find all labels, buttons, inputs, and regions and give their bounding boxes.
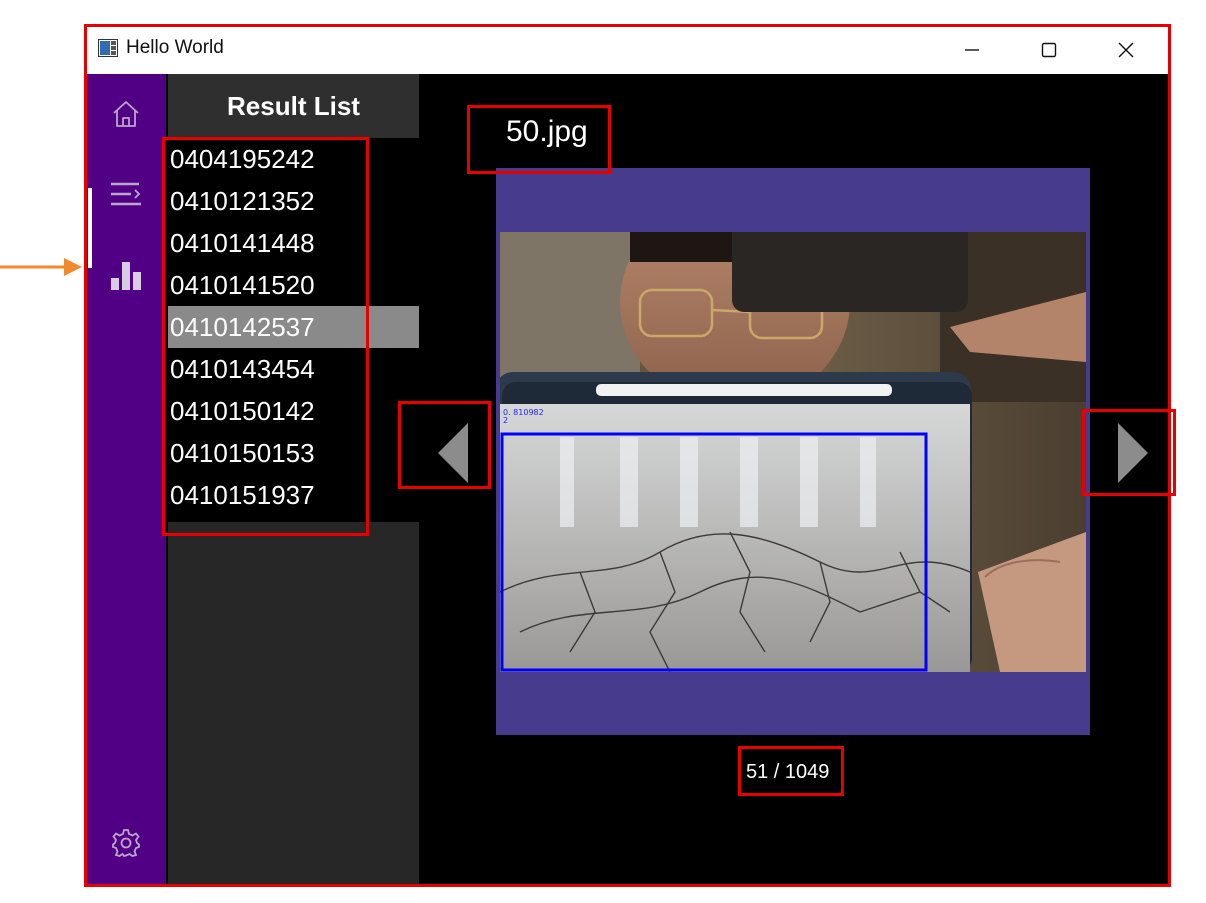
maximize-button[interactable] <box>1019 26 1079 74</box>
nav-home[interactable] <box>86 94 166 134</box>
app-window-icon <box>98 39 118 57</box>
result-list-item-selected[interactable]: 0410142537 <box>168 306 419 348</box>
nav-chart[interactable] <box>86 256 166 296</box>
result-list-pane: Result List 0404195242 0410121352 041014… <box>168 74 419 885</box>
previous-image-button[interactable] <box>428 413 478 493</box>
window-title: Hello World <box>126 37 224 58</box>
detection-photo: 0. 810982 2 <box>500 232 1086 672</box>
nav-selection-indicator <box>88 188 92 268</box>
list-icon <box>111 182 141 206</box>
minimize-icon <box>965 49 979 51</box>
result-list-item[interactable]: 0410143454 <box>168 348 419 390</box>
image-filename: 50.jpg <box>506 115 588 148</box>
settings-gear-icon <box>112 829 140 858</box>
bar-chart-icon <box>111 262 141 290</box>
result-list-item[interactable]: 0410150142 <box>168 390 419 432</box>
close-button[interactable] <box>1096 26 1156 74</box>
triangle-right-icon <box>1118 423 1148 483</box>
result-list-item[interactable]: 0410151937 <box>168 474 419 516</box>
navigation-rail <box>86 74 166 885</box>
detection-label-line2: 2 <box>503 416 508 425</box>
minimize-button[interactable] <box>942 26 1002 74</box>
nav-settings[interactable] <box>86 823 166 863</box>
image-counter: 51 / 1049 <box>746 761 830 783</box>
image-viewer: 0. 810982 2 <box>496 168 1090 735</box>
result-list-item[interactable]: 0410150153 <box>168 432 419 474</box>
result-list: 0404195242 0410121352 0410141448 0410141… <box>168 138 419 522</box>
result-list-header: Result List <box>168 74 419 138</box>
result-list-item[interactable]: 0410141448 <box>168 222 419 264</box>
result-list-item[interactable]: 0410121352 <box>168 180 419 222</box>
next-image-button[interactable] <box>1108 413 1158 493</box>
home-icon <box>113 101 139 127</box>
close-icon <box>1118 42 1134 58</box>
app-window: Hello World Result List 0404195242 04101… <box>86 26 1169 885</box>
triangle-left-icon <box>438 423 468 483</box>
detection-label: 0. 810982 <box>503 408 544 417</box>
nav-list[interactable] <box>86 174 166 214</box>
maximize-icon <box>1041 42 1057 58</box>
result-list-item[interactable]: 0410141520 <box>168 264 419 306</box>
annotation-arrow <box>0 258 82 276</box>
title-bar: Hello World <box>86 26 1169 74</box>
result-list-item[interactable]: 0404195242 <box>168 138 419 180</box>
